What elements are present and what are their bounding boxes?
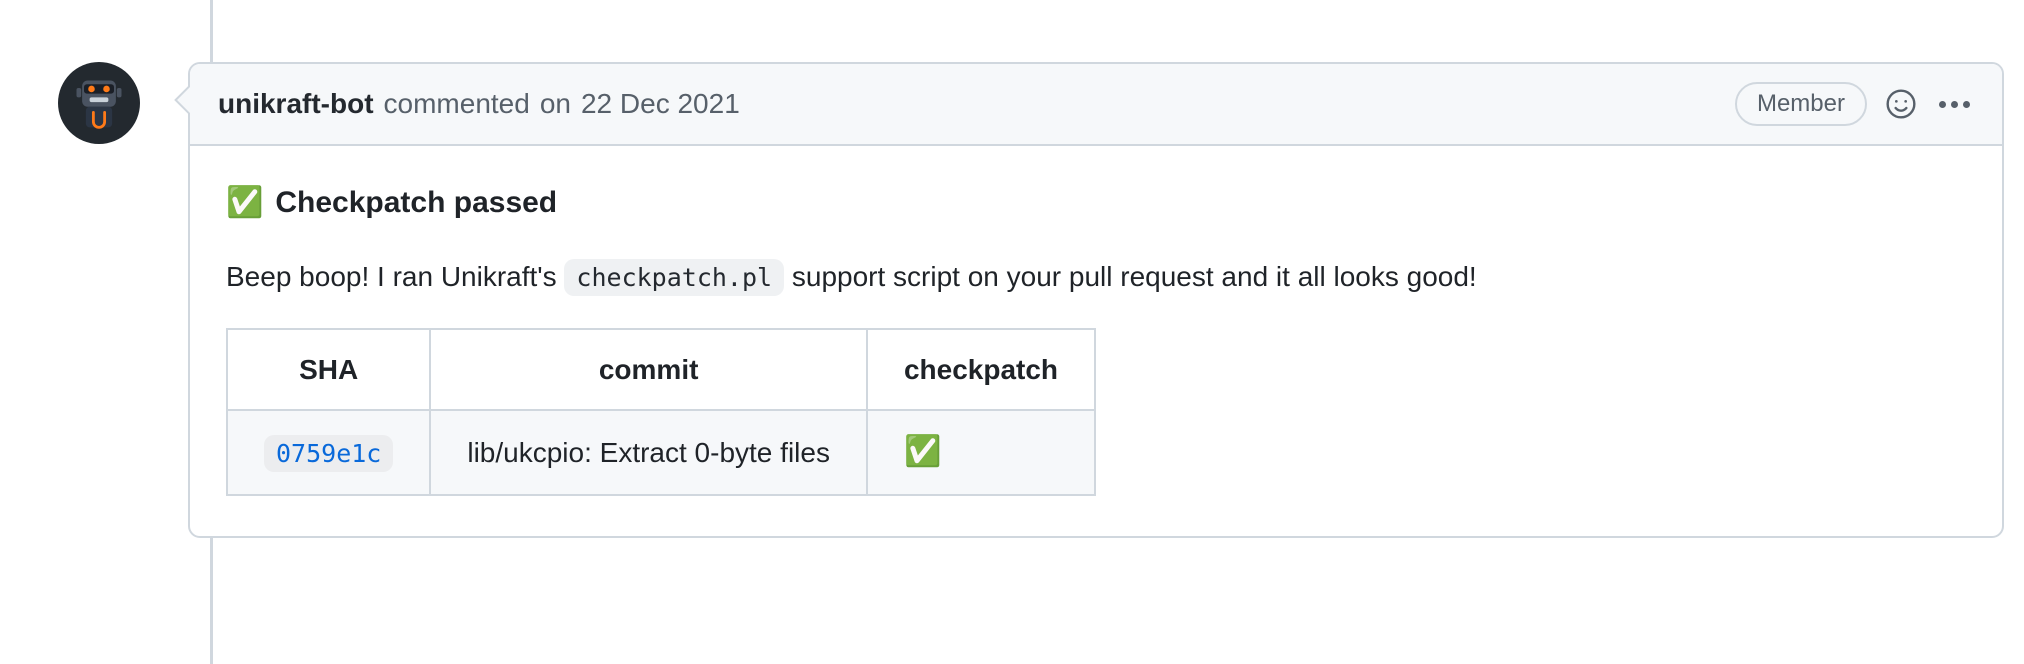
code-file-chip: checkpatch.pl (564, 259, 784, 296)
heading-text: Checkpatch passed (275, 180, 557, 227)
comment-pointer (172, 86, 190, 118)
para-after: support script on your pull request and … (784, 261, 1477, 292)
comment-author[interactable]: unikraft-bot (218, 88, 374, 120)
kebab-dot-icon (1963, 101, 1970, 108)
table-header-row: SHA commit checkpatch (227, 329, 1095, 410)
th-sha: SHA (227, 329, 430, 410)
checkpatch-heading: ✅ Checkpatch passed (226, 180, 1966, 227)
kebab-dot-icon (1951, 101, 1958, 108)
checkpatch-status-cell: ✅ (867, 410, 1095, 495)
member-badge: Member (1735, 82, 1867, 126)
comment-header: unikraft-bot commented on 22 Dec 2021 Me… (190, 64, 2002, 146)
comment-date[interactable]: 22 Dec 2021 (581, 88, 740, 120)
check-mark-icon: ✅ (226, 180, 263, 227)
comment-action: commented (384, 88, 530, 120)
results-table: SHA commit checkpatch 0759e1c lib/ukcpio… (226, 328, 1096, 496)
comment-body: ✅ Checkpatch passed Beep boop! I ran Uni… (190, 146, 2002, 536)
commit-message-cell: lib/ukcpio: Extract 0-byte files (430, 410, 867, 495)
th-checkpatch: checkpatch (867, 329, 1095, 410)
checkpatch-description: Beep boop! I ran Unikraft's checkpatch.p… (226, 255, 1966, 298)
sha-cell: 0759e1c (227, 410, 430, 495)
th-commit: commit (430, 329, 867, 410)
comment-date-prefix: on (540, 88, 571, 120)
commit-sha-link[interactable]: 0759e1c (264, 435, 393, 472)
more-actions-button[interactable] (1935, 97, 1974, 112)
avatar[interactable] (58, 62, 140, 144)
para-before: Beep boop! I ran Unikraft's (226, 261, 564, 292)
comment-header-right: Member (1735, 82, 1974, 126)
bot-avatar-icon (69, 73, 129, 133)
table-row: 0759e1c lib/ukcpio: Extract 0-byte files… (227, 410, 1095, 495)
comment-header-left: unikraft-bot commented on 22 Dec 2021 (218, 88, 740, 120)
emoji-reaction-button[interactable] (1885, 88, 1917, 120)
check-mark-icon: ✅ (904, 435, 941, 468)
kebab-dot-icon (1939, 101, 1946, 108)
smiley-icon (1885, 88, 1917, 120)
comment-box: unikraft-bot commented on 22 Dec 2021 Me… (188, 62, 2004, 538)
